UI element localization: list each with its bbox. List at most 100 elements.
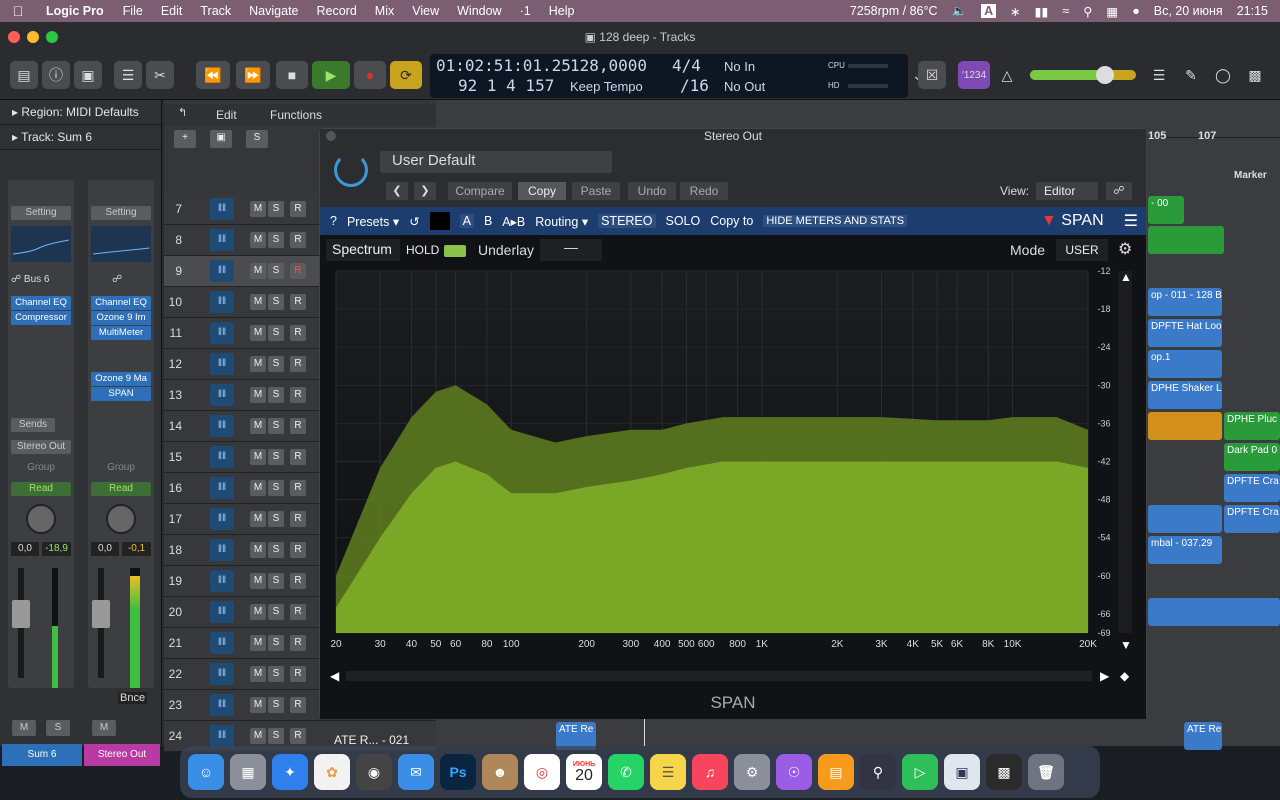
pan-knob[interactable] <box>106 504 136 534</box>
track-record-button[interactable]: R <box>290 387 306 403</box>
menu-track[interactable]: Track <box>191 4 240 18</box>
podcasts-icon[interactable]: ☉ <box>776 754 812 790</box>
menu-one[interactable]: ·1 <box>511 4 540 18</box>
plugin-slot-2[interactable]: Ozone 9 Im <box>91 311 151 325</box>
plugin-slot-3[interactable]: MultiMeter <box>91 326 151 340</box>
plugin-slot-2[interactable]: Compressor <box>11 311 71 325</box>
notes-icon[interactable]: ☰ <box>650 754 686 790</box>
track-solo-button[interactable]: S <box>268 449 284 465</box>
chrome-icon[interactable]: ◎ <box>524 754 560 790</box>
strip-name-stereo-out[interactable]: Stereo Out <box>84 744 160 766</box>
menu-view[interactable]: View <box>403 4 448 18</box>
volume-icon[interactable]: 🔈 <box>952 4 968 19</box>
paste-button[interactable]: Paste <box>572 182 620 200</box>
region[interactable]: ATE Re <box>1184 722 1222 750</box>
track-solo-button[interactable]: S <box>268 666 284 682</box>
copy-to-button[interactable]: Copy to <box>710 214 753 228</box>
track-record-button[interactable]: R <box>290 325 306 341</box>
automation-button[interactable]: Read <box>91 482 151 496</box>
track-solo-button[interactable]: S <box>268 573 284 589</box>
lcd-display[interactable]: 01:02:51:01.25 92 1 4 157 128,0000 Keep … <box>430 54 908 98</box>
bluetooth-icon[interactable]: ∗ <box>1010 4 1020 19</box>
whatsapp-icon[interactable]: ✆ <box>608 754 644 790</box>
minimize-button[interactable] <box>27 31 39 43</box>
track-mute-button[interactable]: M <box>250 666 266 682</box>
system-settings-icon[interactable]: ⚙ <box>734 754 770 790</box>
battery-icon[interactable]: ▮▮ <box>1035 4 1049 19</box>
region[interactable]: op.1 <box>1148 350 1222 378</box>
record-button[interactable]: ● <box>354 61 386 89</box>
photoshop-icon[interactable]: Ps <box>440 754 476 790</box>
reset-icon[interactable]: ↺ <box>409 214 419 229</box>
trash-icon[interactable]: 🗑 <box>1028 754 1064 790</box>
quick-help-button[interactable]: ▣ <box>74 61 102 89</box>
menu-record[interactable]: Record <box>308 4 366 18</box>
track-record-button[interactable]: R <box>290 201 306 217</box>
volume-fader[interactable] <box>92 600 110 628</box>
zoom-reset-icon[interactable]: ◆ <box>1120 669 1129 683</box>
track-mute-button[interactable]: M <box>250 573 266 589</box>
region[interactable] <box>1148 505 1222 533</box>
siri-icon[interactable]: ● <box>1132 4 1140 18</box>
region[interactable] <box>1148 598 1280 626</box>
track-record-button[interactable]: R <box>290 697 306 713</box>
quicktime-icon[interactable]: ⚲ <box>860 754 896 790</box>
volume-fader[interactable] <box>12 600 30 628</box>
prev-preset-button[interactable]: ❮ <box>386 182 408 200</box>
track-solo-button[interactable]: S <box>268 635 284 651</box>
settings-gear-icon[interactable]: ⚙ <box>1118 239 1132 259</box>
zoom-button[interactable] <box>46 31 58 43</box>
track-record-button[interactable]: R <box>290 542 306 558</box>
track-mute-button[interactable]: M <box>250 294 266 310</box>
solo-button[interactable]: S <box>46 720 70 736</box>
track-mute-button[interactable]: M <box>250 418 266 434</box>
track-record-button[interactable]: R <box>290 728 306 744</box>
track-mute-button[interactable]: M <box>250 635 266 651</box>
track-record-button[interactable]: R <box>290 666 306 682</box>
master-volume-slider[interactable] <box>1030 66 1136 84</box>
meter-scrollbar[interactable] <box>1118 271 1132 633</box>
logic-pro-icon[interactable]: ◉ <box>356 754 392 790</box>
underlay-selector[interactable]: — <box>540 239 602 261</box>
count-in-button[interactable]: ☒ <box>918 61 946 89</box>
link-button[interactable]: ☍ <box>1106 182 1132 200</box>
screen-recording-icon[interactable]: ▩ <box>986 754 1022 790</box>
preset-selector[interactable]: User Default <box>380 151 612 173</box>
facetime-icon[interactable]: ▷ <box>902 754 938 790</box>
track-mute-button[interactable]: M <box>250 480 266 496</box>
eq-display[interactable] <box>91 226 151 262</box>
presets-menu[interactable]: Presets ▾ <box>347 214 399 229</box>
fast-forward-button[interactable]: ⏩ <box>236 61 270 89</box>
master-volume-knob[interactable] <box>1096 66 1114 84</box>
hold-button[interactable]: HOLD <box>406 243 439 257</box>
note-pad-button[interactable]: ✎ <box>1178 61 1204 89</box>
fan-status[interactable]: 7258rpm / 86°C <box>850 4 938 18</box>
mixer-button[interactable]: ☰ <box>114 61 142 89</box>
region[interactable]: - 00 <box>1148 196 1184 224</box>
keyboard-icon[interactable]: A <box>981 4 997 18</box>
track-record-button[interactable]: R <box>290 573 306 589</box>
track-mute-button[interactable]: M <box>250 325 266 341</box>
help-button[interactable]: ? <box>330 214 337 228</box>
menu-mix[interactable]: Mix <box>366 4 403 18</box>
track-record-button[interactable]: R <box>290 356 306 372</box>
photos-icon[interactable]: ✿ <box>314 754 350 790</box>
track-record-button[interactable]: R <box>290 232 306 248</box>
volume-readout[interactable]: 0,0 <box>11 542 39 556</box>
loop-browser-button[interactable]: ◯ <box>1210 61 1236 89</box>
music-icon[interactable]: ♫ <box>692 754 728 790</box>
track-mute-button[interactable]: M <box>250 604 266 620</box>
menu-help[interactable]: Help <box>540 4 584 18</box>
track-mute-button[interactable]: M <box>250 511 266 527</box>
routing-menu[interactable]: Routing ▾ <box>535 214 588 229</box>
metronome-button[interactable]: △ <box>994 61 1020 89</box>
menu-file[interactable]: File <box>114 4 152 18</box>
ab-button[interactable]: A▸B <box>502 214 525 229</box>
b-button[interactable]: B <box>484 214 492 228</box>
next-preset-button[interactable]: ❯ <box>414 182 436 200</box>
add-track-button[interactable]: + <box>174 130 196 148</box>
hold-toggle[interactable] <box>444 245 466 257</box>
editors-button[interactable]: ✂ <box>146 61 174 89</box>
menu-app-name[interactable]: Logic Pro <box>36 4 114 18</box>
wifi-icon[interactable]: ≈ <box>1062 4 1069 18</box>
